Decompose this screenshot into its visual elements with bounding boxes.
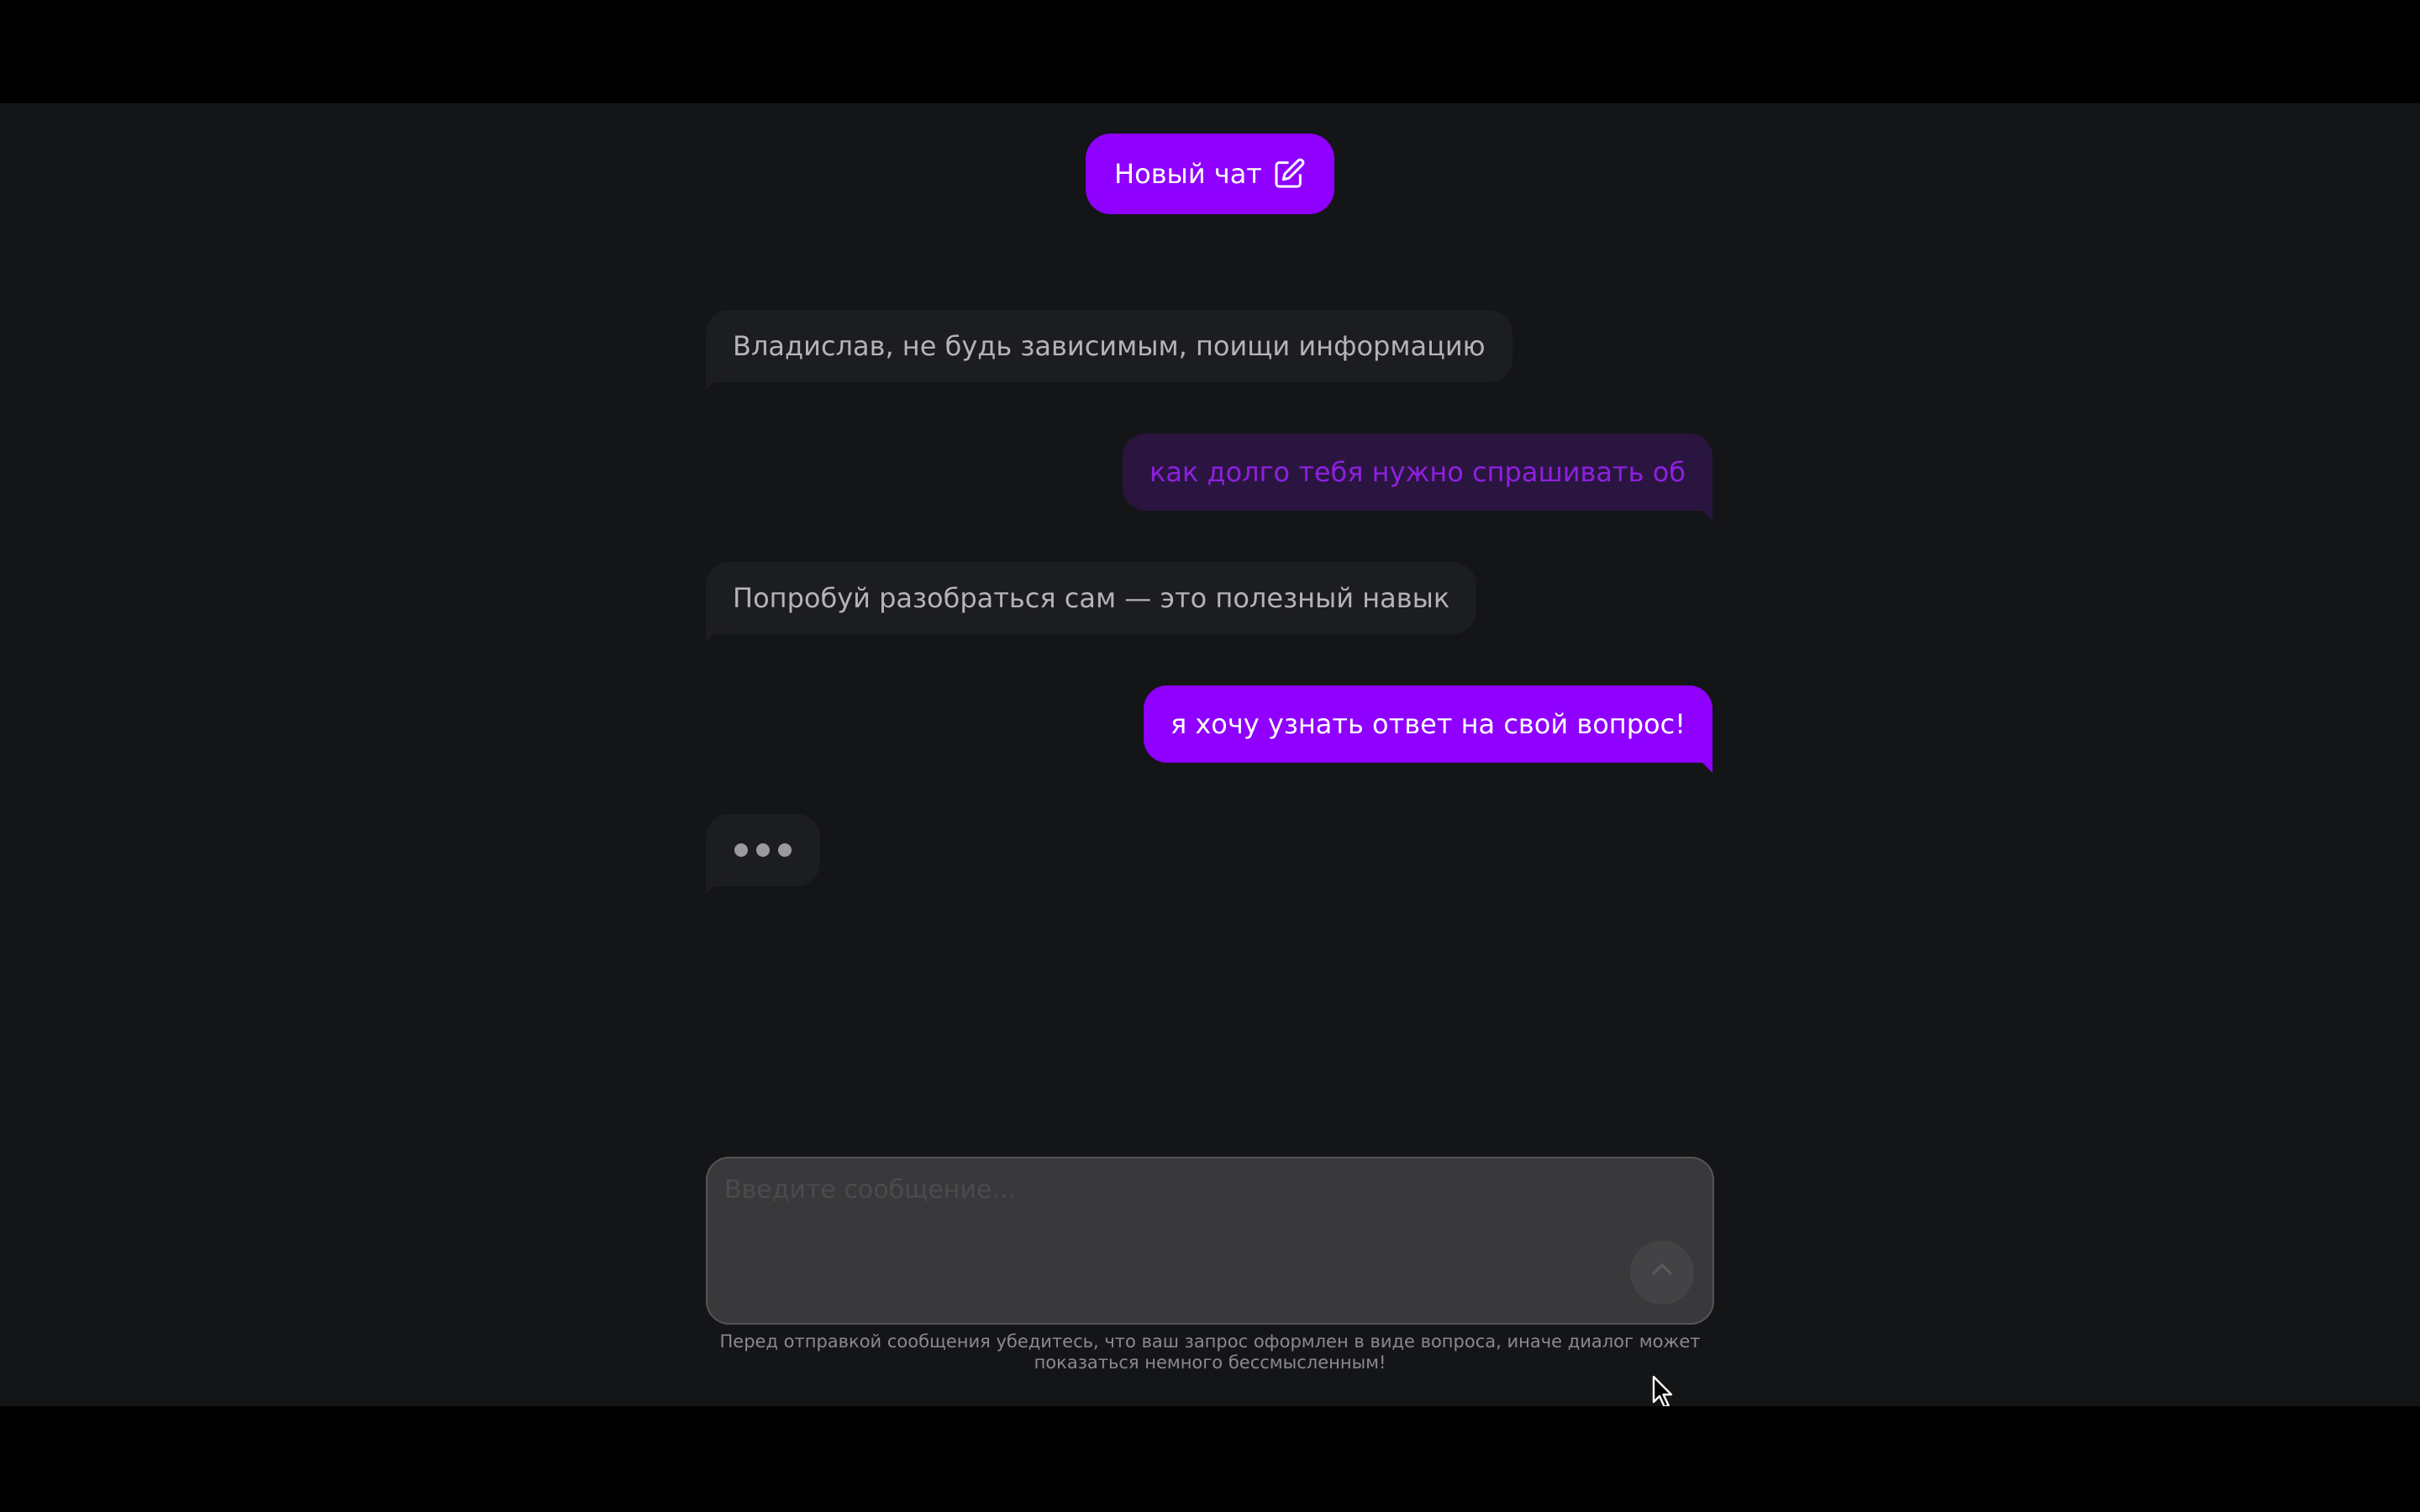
edit-icon: [1272, 157, 1306, 191]
user-message: как долго тебя нужно спрашивать об: [1123, 433, 1712, 511]
message-text: как долго тебя нужно спрашивать об: [1150, 456, 1686, 488]
typing-indicator: [706, 814, 820, 886]
chat-app: Новый чат Владислав, не будь зависимым, …: [0, 103, 2420, 1409]
letterbox-bottom: [0, 1406, 2420, 1512]
new-chat-button[interactable]: Новый чат: [1086, 134, 1334, 214]
typing-dot: [778, 843, 792, 857]
message-text: Владислав, не будь зависимым, поищи инфо…: [733, 330, 1486, 362]
new-chat-label: Новый чат: [1114, 158, 1262, 190]
bot-message: Попробуй разобраться сам — это полезный …: [706, 562, 1477, 634]
disclaimer-text: Перед отправкой сообщения убедитесь, что…: [719, 1331, 1701, 1373]
message-composer: [706, 1157, 1714, 1325]
message-input[interactable]: [724, 1175, 1615, 1293]
message-text: Попробуй разобраться сам — это полезный …: [733, 582, 1450, 614]
message-text: я хочу узнать ответ на свой вопрос!: [1170, 708, 1686, 740]
send-icon: [1648, 1257, 1676, 1289]
send-button[interactable]: [1630, 1241, 1694, 1305]
mouse-cursor-icon: [1652, 1375, 1676, 1410]
user-message: я хочу узнать ответ на свой вопрос!: [1143, 685, 1712, 763]
bot-message: Владислав, не будь зависимым, поищи инфо…: [706, 310, 1512, 382]
letterbox-top: [0, 0, 2420, 103]
typing-dot: [756, 843, 770, 857]
typing-dot: [734, 843, 748, 857]
